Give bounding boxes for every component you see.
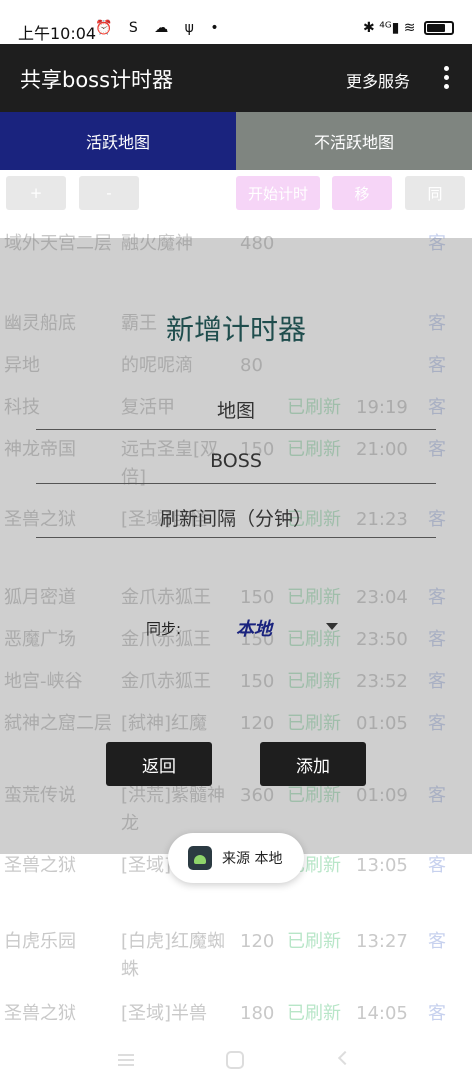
status-bar: 上午10:04 ⏰ S ☁ ψ • ✱ ⁴ᴳ▮ ≋ (0, 0, 472, 44)
toast-text: 来源 本地 (222, 851, 283, 867)
status-left-icons: ⏰ S ☁ ψ • (95, 20, 225, 36)
dialog-title: 新增计时器 (165, 313, 306, 346)
sync-label: 同步: (146, 620, 182, 638)
start-timer-button[interactable]: 开始计时 (236, 176, 320, 210)
sync-button[interactable]: 同 (405, 176, 465, 210)
app-bar: 共享boss计时器 更多服务 (0, 44, 472, 112)
row-interval: 120 (240, 931, 275, 952)
app-title: 共享boss计时器 (20, 68, 174, 92)
row-interval: 180 (240, 1003, 275, 1024)
row-status: 已刷新 (287, 931, 341, 952)
boss-input[interactable]: BOSS (36, 440, 436, 484)
row-map: 白虎乐园 (4, 931, 76, 952)
navigation-bar (0, 1036, 472, 1085)
row-source: 客 (428, 1003, 446, 1024)
overflow-menu-icon[interactable] (436, 64, 456, 92)
minus-button[interactable]: - (79, 176, 139, 210)
add-button[interactable]: + (6, 176, 66, 210)
status-time: 上午10:04 (18, 24, 97, 43)
row-time: 13:05 (356, 855, 408, 876)
toast: 来源 本地 (168, 833, 304, 883)
row-boss: [圣域]半兽 (121, 1003, 208, 1024)
home-icon[interactable] (226, 1051, 244, 1069)
tab-bar: 活跃地图 不活跃地图 (0, 112, 472, 170)
android-app-icon (188, 846, 212, 870)
dropdown-arrow-icon[interactable] (326, 623, 338, 630)
tab-inactive-maps[interactable]: 不活跃地图 (236, 112, 472, 170)
tab-active-maps[interactable]: 活跃地图 (0, 112, 236, 170)
sync-select[interactable]: 本地 (236, 615, 272, 641)
row-boss: [白虎]红魔蜘蛛 (121, 931, 226, 980)
map-input[interactable]: 地图 (36, 386, 436, 430)
battery-icon (424, 21, 454, 35)
recent-apps-icon[interactable] (118, 1054, 134, 1066)
more-services-button[interactable]: 更多服务 (346, 68, 410, 92)
row-map: 圣兽之狱 (4, 1003, 76, 1024)
back-button[interactable]: 返回 (106, 742, 212, 786)
interval-input[interactable]: 刷新间隔（分钟） (36, 494, 436, 538)
back-icon[interactable] (337, 1050, 353, 1066)
signal-icons: ✱ ⁴ᴳ▮ ≋ (363, 20, 416, 36)
status-right-icons: ✱ ⁴ᴳ▮ ≋ (363, 20, 454, 36)
row-source: 客 (428, 931, 446, 952)
row-status: 已刷新 (287, 1003, 341, 1024)
row-time: 14:05 (356, 1003, 408, 1024)
row-source: 客 (428, 855, 446, 876)
move-button[interactable]: 移 (332, 176, 392, 210)
row-time: 13:27 (356, 931, 408, 952)
row-map: 圣兽之狱 (4, 855, 76, 876)
add-confirm-button[interactable]: 添加 (260, 742, 366, 786)
